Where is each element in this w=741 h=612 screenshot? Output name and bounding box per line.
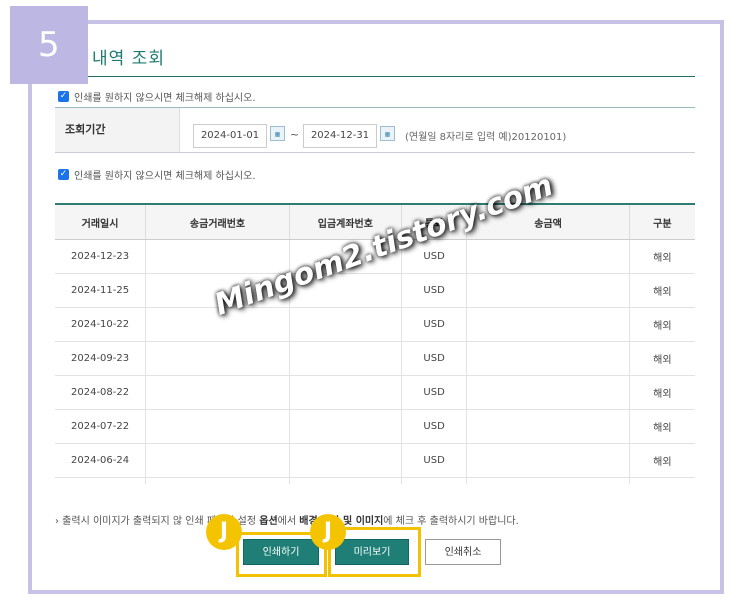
table-cell: USD (400, 409, 467, 444)
table-cell (288, 443, 402, 478)
table-cell (466, 307, 630, 342)
table-cell: USD (400, 273, 467, 308)
annotation-pin-icon: J (310, 514, 346, 550)
table-cell: 2024-07-22 (55, 409, 146, 444)
table-cell (466, 239, 630, 274)
table-cell (288, 477, 402, 484)
table-cell (145, 375, 290, 410)
print-help-note: › 출력시 이미지가 출력되지 않 인쇄 페이지 설정 옵션에서 배경 색상 및… (55, 512, 519, 527)
table-cell: 2024-08-22 (55, 375, 146, 410)
table-cell (145, 409, 290, 444)
print-cancel-button[interactable]: 인쇄취소 (425, 539, 501, 565)
table-cell (288, 341, 402, 376)
col-header: 송금거래번호 (145, 203, 290, 240)
table-row[interactable]: 2024-10-22 USD 해외 (55, 307, 695, 342)
table-cell (466, 375, 630, 410)
table-cell (145, 341, 290, 376)
table-body: 2024-12-23 USD 해외 2024-11-25 USD 해외 2024-10-22… (55, 239, 695, 484)
note-bold-option: 옵션 (259, 516, 278, 527)
table-cell (145, 443, 290, 478)
table-cell (466, 409, 630, 444)
table-row[interactable]: 2024-05-23 USD 해외 (55, 477, 695, 484)
table-cell: 해외 (628, 307, 695, 342)
table-cell: USD (400, 443, 467, 478)
table-row[interactable]: 2024-07-22 USD 해외 (55, 409, 695, 444)
table-row[interactable]: 2024-08-22 USD 해외 (55, 375, 695, 410)
table-cell: 해외 (628, 341, 695, 376)
table-cell: 2024-11-25 (55, 273, 146, 308)
table-cell: 2024-06-24 (55, 443, 146, 478)
table-cell: 2024-10-22 (55, 307, 146, 342)
table-cell: 해외 (628, 443, 695, 478)
note-prefix: › 출력시 이미지가 출력되지 않 (55, 516, 183, 527)
step-badge: 5 (10, 6, 88, 84)
table-cell: 해외 (628, 239, 695, 274)
table-cell: 2024-05-23 (55, 477, 146, 484)
table-cell: USD (400, 307, 467, 342)
table-row[interactable]: 2024-09-23 USD 해외 (55, 341, 695, 376)
table-cell: 해외 (628, 273, 695, 308)
table-cell (288, 409, 402, 444)
table-cell (466, 341, 630, 376)
table-cell: USD (400, 375, 467, 410)
table-cell (466, 443, 630, 478)
table-cell: 해외 (628, 477, 695, 484)
note-suffix: 에 체크 후 출력하시기 바랍니다. (383, 516, 519, 527)
annotation-pin-icon: J (206, 514, 242, 550)
table-cell (145, 477, 290, 484)
col-header: 거래일시 (55, 203, 146, 240)
table-cell (288, 307, 402, 342)
table-cell: USD (400, 477, 467, 484)
table-cell: 해외 (628, 409, 695, 444)
note-mid: 에서 (277, 516, 300, 527)
table-cell: 2024-09-23 (55, 341, 146, 376)
col-header: 구분 (628, 203, 695, 240)
table-cell (466, 477, 630, 484)
table-row[interactable]: 2024-11-25 USD 해외 (55, 273, 695, 308)
table-row[interactable]: 2024-06-24 USD 해외 (55, 443, 695, 478)
table-cell: 해외 (628, 375, 695, 410)
table-cell (288, 375, 402, 410)
table-cell (466, 273, 630, 308)
table-cell: 2024-12-23 (55, 239, 146, 274)
table-cell: USD (400, 341, 467, 376)
